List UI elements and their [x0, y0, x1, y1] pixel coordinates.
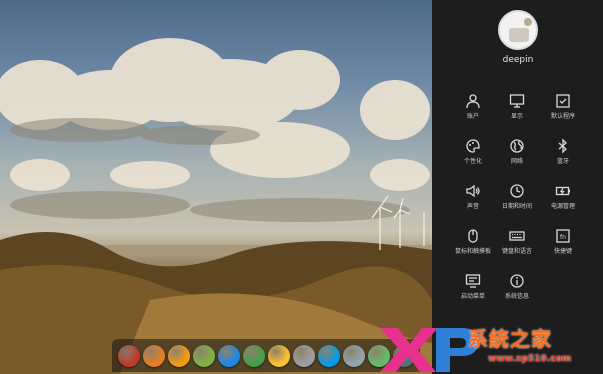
settings-item-label: 快捷键 [553, 248, 572, 255]
settings-icon[interactable] [292, 344, 315, 367]
settings-item-bluetooth[interactable]: 蓝牙 [536, 138, 590, 178]
watermark-text: 系統之家 [468, 327, 552, 351]
settings-item-label: 电源管理 [550, 203, 575, 210]
avatar-chair-shape [509, 28, 529, 42]
avatar-lamp-shape [524, 18, 532, 26]
desktop-wallpaper [0, 0, 432, 374]
image-viewer-icon[interactable] [267, 344, 290, 367]
check-window-icon [555, 93, 571, 109]
notes-icon[interactable] [167, 344, 190, 367]
store-icon[interactable] [142, 344, 165, 367]
launcher-icon[interactable] [117, 344, 140, 367]
keyboard-icon [509, 228, 525, 244]
chrome-icon[interactable] [242, 344, 265, 367]
settings-item-label: 蓝牙 [556, 158, 569, 165]
settings-item-system-info[interactable]: 系统信息 [490, 273, 544, 313]
user-icon [465, 93, 481, 109]
battery-icon [555, 183, 571, 199]
mouse-icon [465, 228, 481, 244]
boot-screen-icon [465, 273, 481, 289]
browser-icon[interactable] [217, 344, 240, 367]
avatar[interactable] [498, 10, 538, 50]
bluetooth-icon [555, 138, 571, 154]
palette-icon [465, 138, 481, 154]
network-tool-icon[interactable] [317, 344, 340, 367]
settings-item-shortcuts[interactable]: fn 快捷键 [536, 228, 590, 268]
speaker-icon [465, 183, 481, 199]
music-icon[interactable] [192, 344, 215, 367]
settings-item-power[interactable]: 电源管理 [536, 183, 590, 223]
fn-key-icon: fn [555, 228, 571, 244]
disk-icon[interactable] [342, 344, 365, 367]
watermark-url: www.xp510.com [488, 354, 572, 364]
dock [112, 339, 420, 372]
settings-item-label: 系统信息 [504, 293, 529, 300]
info-icon [509, 273, 525, 289]
username: deepin [502, 55, 534, 65]
svg-text:fn: fn [560, 234, 566, 241]
settings-item-default-apps[interactable]: 默认程序 [536, 93, 590, 133]
monitor-icon [509, 93, 525, 109]
globe-icon [509, 138, 525, 154]
clock-icon [509, 183, 525, 199]
settings-item-label: 默认程序 [550, 113, 575, 120]
